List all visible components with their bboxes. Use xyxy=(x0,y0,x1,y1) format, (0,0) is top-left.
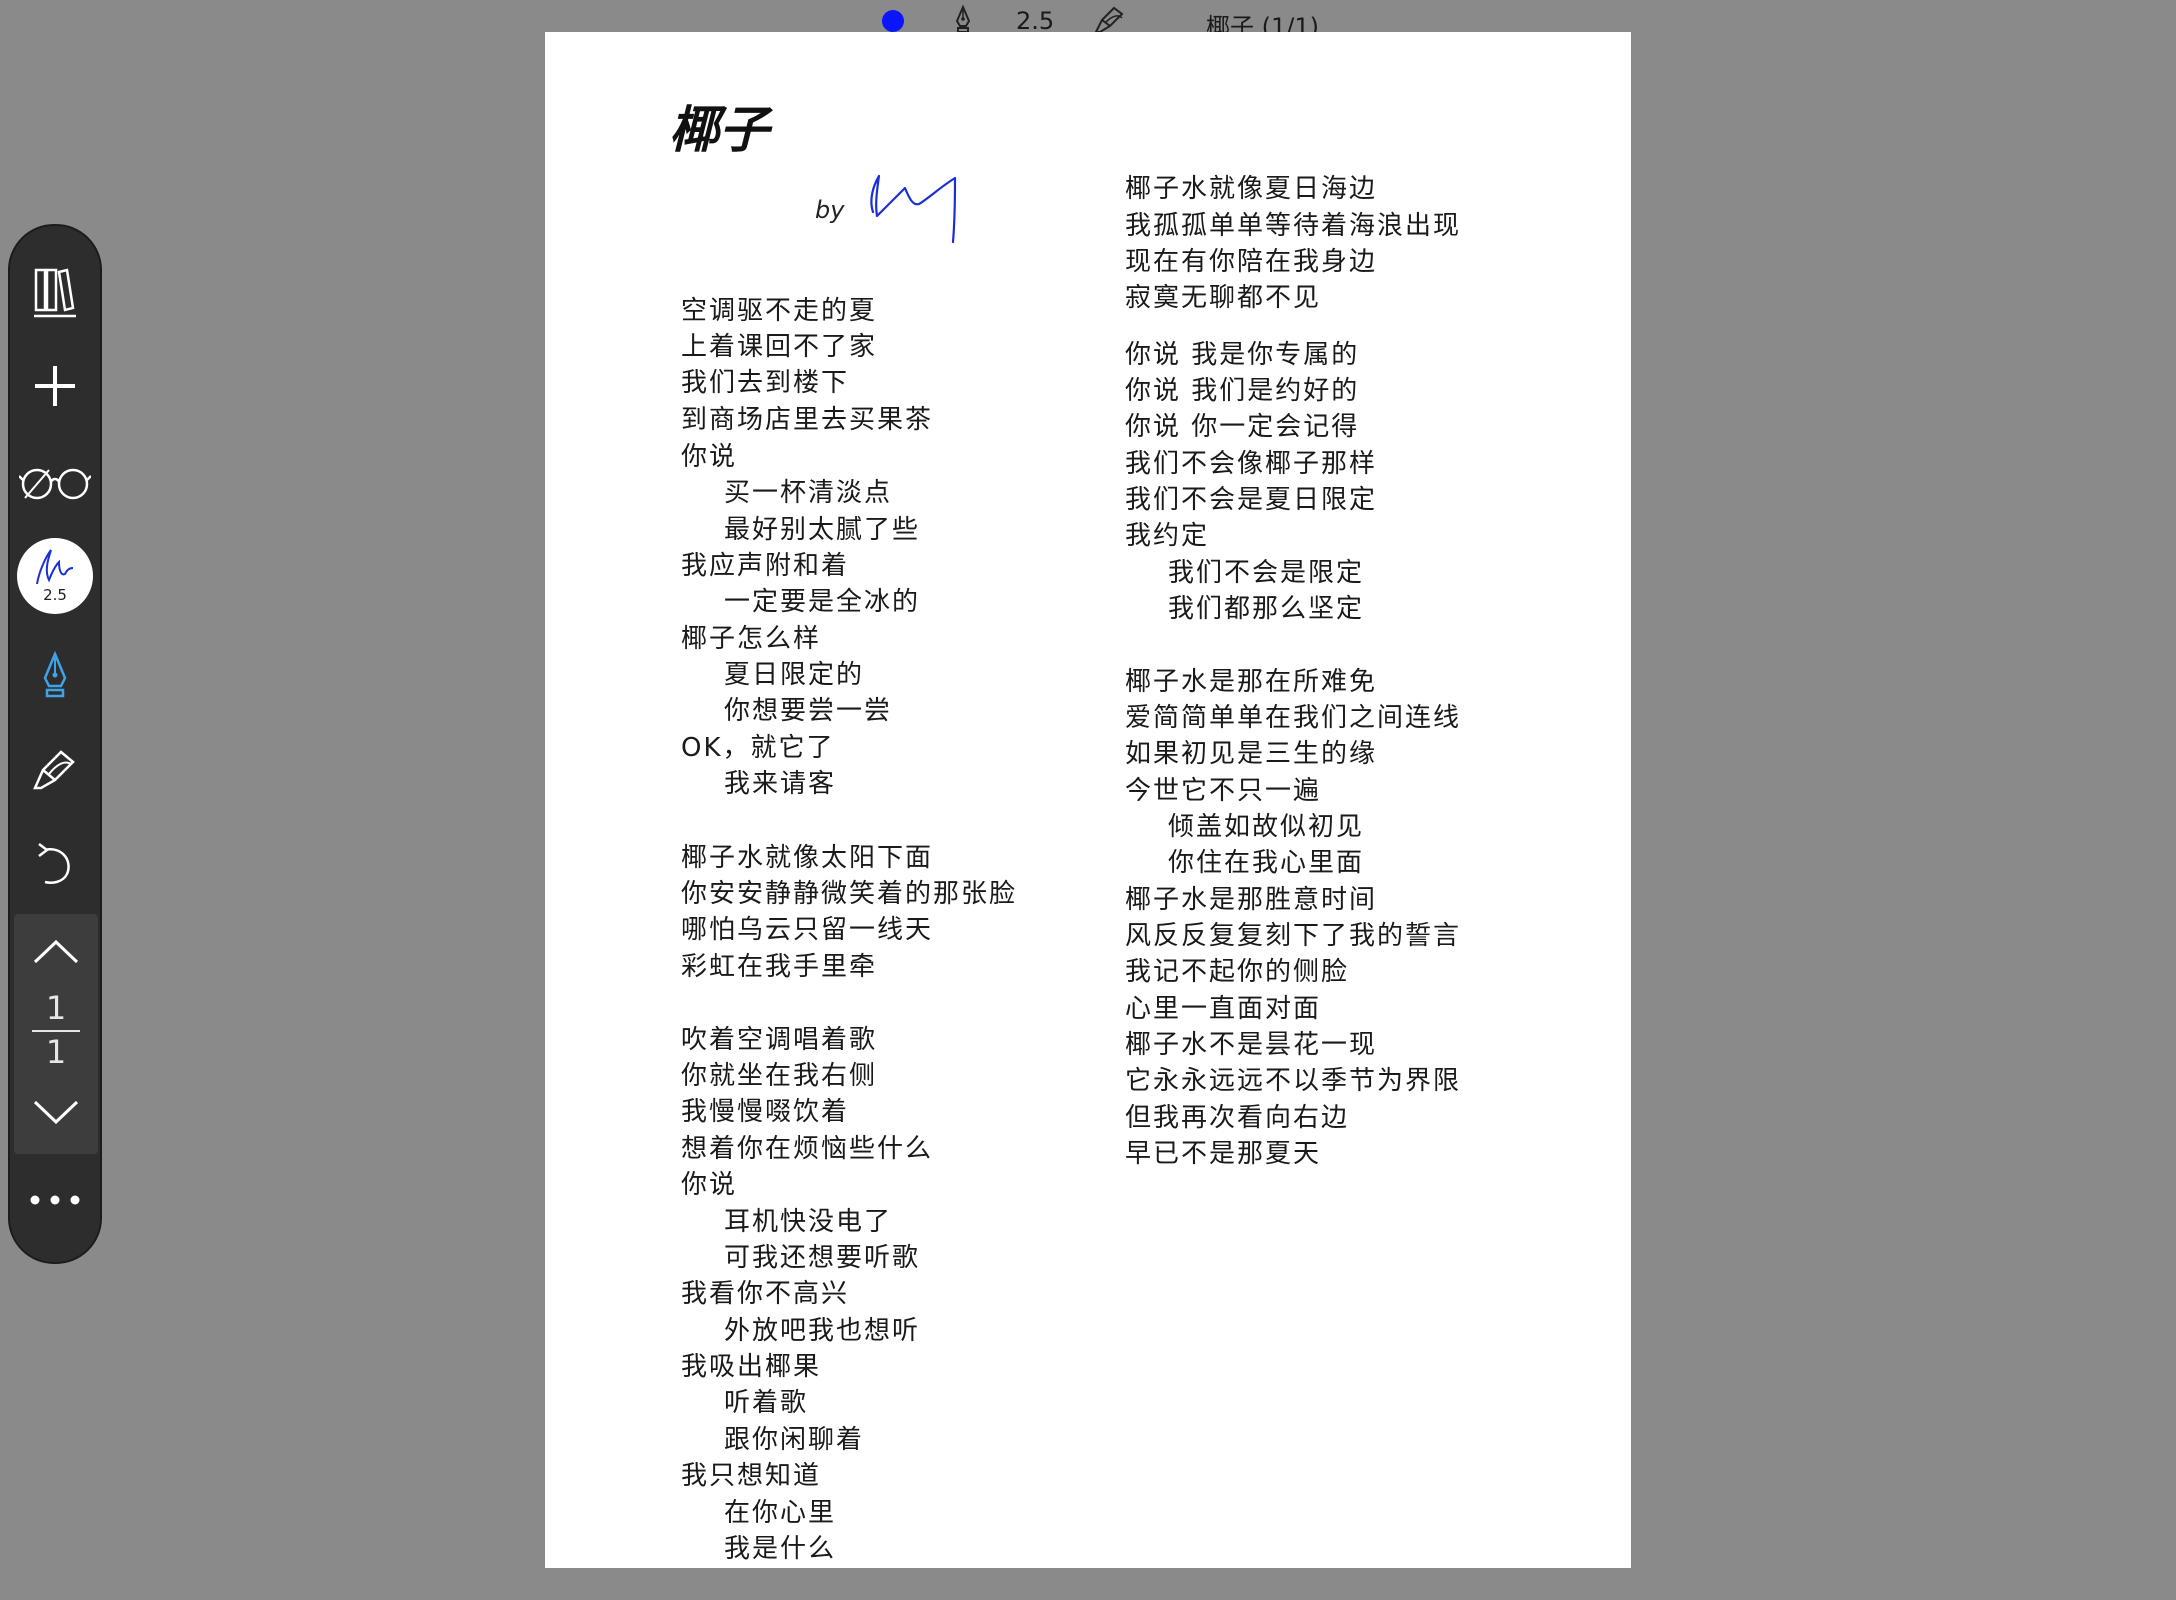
lyric-line: 我记不起你的侧脸 xyxy=(1125,957,1350,987)
lyric-line: 我吸出椰果 xyxy=(681,1352,822,1382)
fountain-pen-icon xyxy=(39,650,71,702)
current-page-number: 1 xyxy=(45,989,67,1027)
lyric-line: OK，就它了 xyxy=(681,733,835,763)
lyric-line: 你想要尝一尝 xyxy=(724,696,893,726)
pen-color-indicator[interactable] xyxy=(882,10,904,32)
lyric-line: 椰子怎么样 xyxy=(681,624,822,654)
lyric-line: 我慢慢啜饮着 xyxy=(681,1097,850,1127)
lyric-line: 我来请客 xyxy=(724,769,837,799)
lyric-line: 我们不会像椰子那样 xyxy=(1125,449,1378,479)
lyric-line: 你就坐在我右侧 xyxy=(681,1061,878,1091)
page-navigator: 1 1 xyxy=(14,914,98,1154)
plus-icon xyxy=(31,362,79,410)
lyrics-left-column: 空调驱不走的夏 上着课回不了家 我们去到楼下 到商场店里去买果茶 你说 买一杯清淡点 最好别… xyxy=(681,32,1061,1568)
lyric-line: 我约定 xyxy=(1125,521,1210,551)
lyric-line: 心里一直面对面 xyxy=(1125,994,1322,1024)
lyric-line: 我只想知道 xyxy=(681,1461,822,1491)
lyric-line: 你说 你一定会记得 xyxy=(1125,412,1360,442)
lyric-line: 吹着空调唱着歌 xyxy=(681,1025,878,1055)
lyric-line: 如果初见是三生的缘 xyxy=(1125,739,1378,769)
lyric-line: 我们不会是夏日限定 xyxy=(1125,485,1378,515)
lyric-line: 外放吧我也想听 xyxy=(724,1316,921,1346)
lyric-line: 我看你不高兴 xyxy=(681,1279,850,1309)
lyric-line: 耳机快没电了 xyxy=(724,1207,893,1237)
tool-panel: 2.5 1 1 xyxy=(8,224,102,1264)
lyric-line: 今世它不只一遍 xyxy=(1125,776,1322,806)
lyric-line: 椰子水不是昙花一现 xyxy=(1125,1030,1378,1060)
lyric-line: 你住在我心里面 xyxy=(1168,848,1365,878)
previous-page-button[interactable] xyxy=(14,924,98,984)
lyric-line: 你安安静静微笑着的那张脸 xyxy=(681,879,1018,909)
chevron-down-icon xyxy=(32,1098,80,1130)
lyric-line: 到商场店里去买果茶 xyxy=(681,405,934,435)
total-page-count: 1 xyxy=(45,1033,67,1071)
lyric-line: 买一杯清淡点 xyxy=(724,478,893,508)
highlighter-icon xyxy=(29,744,81,796)
glasses-icon xyxy=(19,460,91,504)
lyric-line: 椰子水是那在所难免 xyxy=(1125,667,1378,697)
undo-button[interactable] xyxy=(10,824,100,904)
lyric-line: 想着你在烦恼些什么 xyxy=(681,1134,934,1164)
pen-tool-button[interactable] xyxy=(10,636,100,716)
lyric-line: 椰子水就像夏日海边 xyxy=(1125,174,1378,204)
lyric-line: 跟你闲聊着 xyxy=(724,1425,865,1455)
lyric-line: 爱简简单单在我们之间连线 xyxy=(1125,703,1462,733)
highlighter-tool-button[interactable] xyxy=(10,730,100,810)
lyric-line: 你说 xyxy=(681,1170,738,1200)
brush-preview: 2.5 xyxy=(17,538,93,614)
brush-settings-button[interactable]: 2.5 xyxy=(10,536,100,616)
lyric-line: 风反反复复刻下了我的誓言 xyxy=(1125,921,1462,951)
lyric-line: 早已不是那夏天 xyxy=(1125,1139,1322,1169)
read-mode-button[interactable] xyxy=(10,442,100,522)
brush-size-label: 2.5 xyxy=(43,586,67,604)
lyric-line: 现在有你陪在我身边 xyxy=(1125,247,1378,277)
lyric-line: 你说 xyxy=(681,442,738,472)
lyric-line: 椰子水就像太阳下面 xyxy=(681,843,934,873)
lyric-line: 上着课回不了家 xyxy=(681,332,878,362)
lyric-line: 我们去到楼下 xyxy=(681,368,850,398)
page-number-divider xyxy=(32,1030,80,1032)
lyric-line: 我们都那么坚定 xyxy=(1168,594,1365,624)
add-page-button[interactable] xyxy=(10,346,100,426)
lyric-line: 寂寞无聊都不见 xyxy=(1125,283,1322,313)
more-icon xyxy=(29,1194,81,1206)
lyric-line: 空调驱不走的夏 xyxy=(681,296,878,326)
lyric-line: 最好别太腻了些 xyxy=(724,515,921,545)
lyric-line: 彩虹在我手里牵 xyxy=(681,952,878,982)
lyric-line: 我孤孤单单等待着海浪出现 xyxy=(1125,211,1462,241)
next-page-button[interactable] xyxy=(14,1084,98,1144)
lyric-line: 你说 我们是约好的 xyxy=(1125,376,1360,406)
pen-size-label: 2.5 xyxy=(1016,7,1055,35)
lyric-line: 一定要是全冰的 xyxy=(724,587,921,617)
lyric-line: 它永永远远不以季节为界限 xyxy=(1125,1066,1462,1096)
library-icon xyxy=(31,264,79,320)
lyric-line: 但我再次看向右边 xyxy=(1125,1103,1350,1133)
chevron-up-icon xyxy=(32,938,80,970)
lyric-line: 哪怕乌云只留一线天 xyxy=(681,915,934,945)
lyric-line: 听着歌 xyxy=(724,1388,809,1418)
more-options-button[interactable] xyxy=(10,1160,100,1240)
lyric-line: 我们不会是限定 xyxy=(1168,558,1365,588)
lyric-line: 你说 我是你专属的 xyxy=(1125,340,1360,370)
lyric-line: 我是什么 xyxy=(724,1534,837,1564)
lyric-line: 夏日限定的 xyxy=(724,660,865,690)
lyric-line: 我应声附和着 xyxy=(681,551,850,581)
lyric-line: 在你心里 xyxy=(724,1498,837,1528)
library-button[interactable] xyxy=(10,252,100,332)
lyric-line: 倾盖如故似初见 xyxy=(1168,812,1365,842)
undo-icon xyxy=(31,838,79,890)
lyrics-right-column: 椰子水就像夏日海边我孤孤单单等待着海浪出现 现在有你陪在我身边 寂寞无聊都不见你说 … xyxy=(1125,32,1505,1568)
document-page[interactable]: 椰子 by 空调驱不走的夏 上着课回不了家 我们去到楼下 到商场店里去买果茶 你说 买一杯… xyxy=(545,32,1631,1568)
lyric-line: 椰子水是那胜意时间 xyxy=(1125,885,1378,915)
lyric-line: 可我还想要听歌 xyxy=(724,1243,921,1273)
